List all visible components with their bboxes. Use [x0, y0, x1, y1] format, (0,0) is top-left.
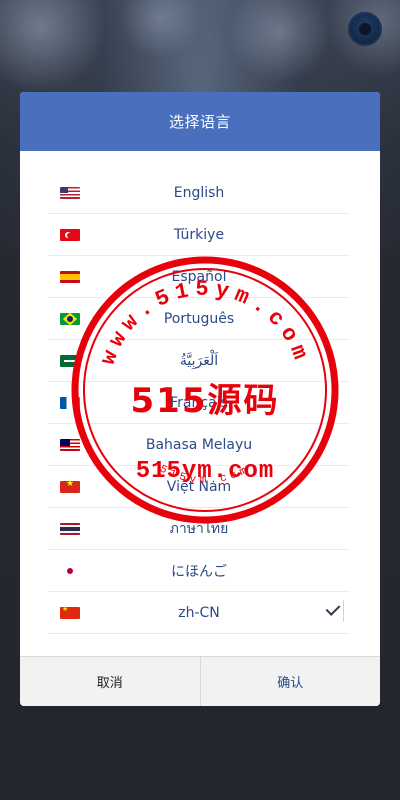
china-flag-icon [60, 605, 80, 619]
malaysia-flag-icon [60, 439, 80, 451]
language-label: Português [163, 310, 235, 327]
cancel-button[interactable]: 取消 [20, 657, 201, 706]
modal-footer: 取消 确认 [20, 656, 380, 706]
modal-title: 选择语言 [168, 113, 231, 131]
confirm-button[interactable]: 确认 [200, 657, 380, 706]
language-item-turkiye[interactable]: Türkiye [48, 214, 350, 256]
language-label: にほんご [171, 563, 227, 580]
language-label: ภาษาไทย [169, 520, 229, 537]
language-label: English [173, 184, 225, 201]
language-label: Español [171, 268, 227, 285]
language-item-japanese[interactable]: にほんご [48, 550, 350, 592]
checkmark-icon [322, 600, 344, 622]
us-flag-icon [60, 187, 80, 199]
language-item-francais[interactable]: Français [48, 382, 350, 424]
brazil-flag-icon [60, 313, 80, 325]
language-item-thai[interactable]: ภาษาไทย [48, 508, 350, 550]
language-label: zh-CN [178, 604, 220, 621]
france-flag-icon [60, 397, 80, 409]
language-list: English Türkiye Español Português اَلْعَ… [48, 172, 350, 634]
language-item-malay[interactable]: Bahasa Melayu [48, 424, 350, 466]
turkey-flag-icon [60, 229, 80, 241]
modal-header: 选择语言 [20, 92, 380, 151]
language-label: Français [170, 394, 228, 411]
thailand-flag-icon [60, 523, 80, 535]
language-item-english[interactable]: English [48, 172, 350, 214]
avatar-icon[interactable] [348, 12, 382, 46]
language-label: اَلْعَرَبِيَّةُ [179, 352, 219, 369]
language-item-espanol[interactable]: Español [48, 256, 350, 298]
language-label: Türkiye [173, 226, 225, 243]
language-item-arabic[interactable]: اَلْعَرَبِيَّةُ [48, 340, 350, 382]
language-item-zh-cn[interactable]: zh-CN [48, 592, 350, 634]
spain-flag-icon [60, 271, 80, 283]
japan-flag-icon [60, 565, 80, 577]
language-modal: 选择语言 English Türkiye Español Português ا… [20, 92, 380, 706]
vietnam-flag-icon [60, 479, 80, 493]
stadium-lights [0, 0, 400, 90]
language-item-vietnamese[interactable]: Việt Nam [48, 466, 350, 508]
saudi-flag-icon [60, 355, 80, 367]
language-item-portugues[interactable]: Português [48, 298, 350, 340]
language-label: Việt Nam [166, 478, 232, 495]
language-label: Bahasa Melayu [145, 436, 253, 453]
